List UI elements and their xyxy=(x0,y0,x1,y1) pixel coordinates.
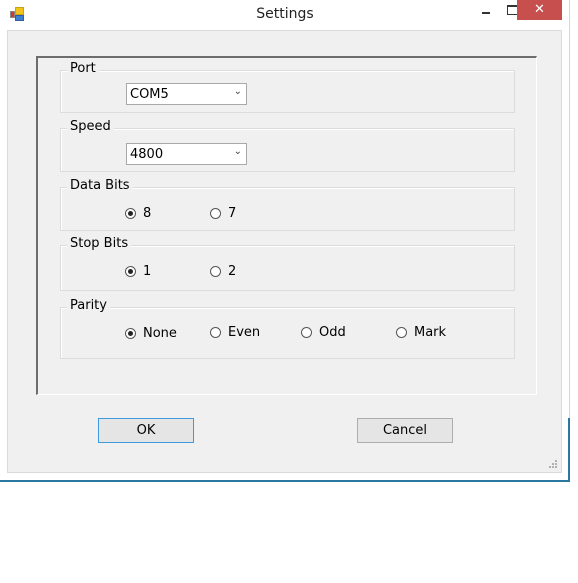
radio-unselected-icon xyxy=(396,326,407,338)
radio-selected-icon xyxy=(125,327,136,339)
settings-window: Settings ✕ Port COM5 ⌄ Speed 4800 ⌄ Data… xyxy=(0,0,570,482)
close-icon: ✕ xyxy=(534,2,545,17)
parity-radio-even[interactable]: Even xyxy=(210,324,260,340)
radio-label: Odd xyxy=(319,324,346,340)
radio-unselected-icon xyxy=(210,326,221,338)
parity-group: Parity None Even Odd Mark xyxy=(60,298,515,359)
parity-radio-none[interactable]: None xyxy=(125,325,177,341)
chevron-down-icon: ⌄ xyxy=(233,146,242,157)
stop-bits-radio-2[interactable]: 2 xyxy=(210,263,236,279)
parity-radio-odd[interactable]: Odd xyxy=(301,324,346,340)
port-label: Port xyxy=(67,61,99,76)
radio-label: 8 xyxy=(143,205,152,221)
data-bits-label: Data Bits xyxy=(67,178,133,193)
radio-unselected-icon xyxy=(210,207,221,219)
parity-radio-mark[interactable]: Mark xyxy=(396,324,446,340)
data-bits-radio-7[interactable]: 7 xyxy=(210,205,236,221)
title-bar[interactable]: Settings ✕ xyxy=(0,0,570,30)
ok-button[interactable]: OK xyxy=(98,418,194,443)
close-button[interactable]: ✕ xyxy=(517,0,562,20)
window-right-border xyxy=(568,418,570,482)
speed-label: Speed xyxy=(67,119,114,134)
resize-grip-icon[interactable] xyxy=(549,460,558,469)
radio-label: Mark xyxy=(414,324,447,340)
radio-label: 1 xyxy=(143,263,152,279)
data-bits-radio-8[interactable]: 8 xyxy=(125,205,151,221)
settings-panel: Port COM5 ⌄ Speed 4800 ⌄ Data Bits 8 7 S… xyxy=(36,56,537,395)
minimize-icon xyxy=(482,12,490,14)
radio-selected-icon xyxy=(125,265,136,277)
dialog-client-area: Port COM5 ⌄ Speed 4800 ⌄ Data Bits 8 7 S… xyxy=(7,30,562,473)
cancel-button[interactable]: Cancel xyxy=(357,418,453,443)
radio-selected-icon xyxy=(125,207,136,219)
radio-label: 7 xyxy=(228,205,237,221)
port-combobox[interactable]: COM5 ⌄ xyxy=(126,83,247,105)
stop-bits-label: Stop Bits xyxy=(67,236,132,251)
minimize-button[interactable] xyxy=(470,0,500,20)
radio-label: None xyxy=(143,325,177,341)
window-bottom-border xyxy=(0,480,570,482)
radio-label: 2 xyxy=(228,263,237,279)
radio-unselected-icon xyxy=(301,326,312,338)
stop-bits-radio-1[interactable]: 1 xyxy=(125,263,151,279)
parity-label: Parity xyxy=(67,298,110,313)
radio-label: Even xyxy=(228,324,261,340)
stop-bits-group: Stop Bits 1 2 xyxy=(60,236,515,291)
speed-group: Speed 4800 ⌄ xyxy=(60,119,515,172)
port-group: Port COM5 ⌄ xyxy=(60,61,515,113)
data-bits-group: Data Bits 8 7 xyxy=(60,178,515,231)
port-value: COM5 xyxy=(130,87,169,102)
chevron-down-icon: ⌄ xyxy=(233,86,242,97)
speed-value: 4800 xyxy=(130,147,164,162)
radio-unselected-icon xyxy=(210,265,221,277)
speed-combobox[interactable]: 4800 ⌄ xyxy=(126,143,247,165)
